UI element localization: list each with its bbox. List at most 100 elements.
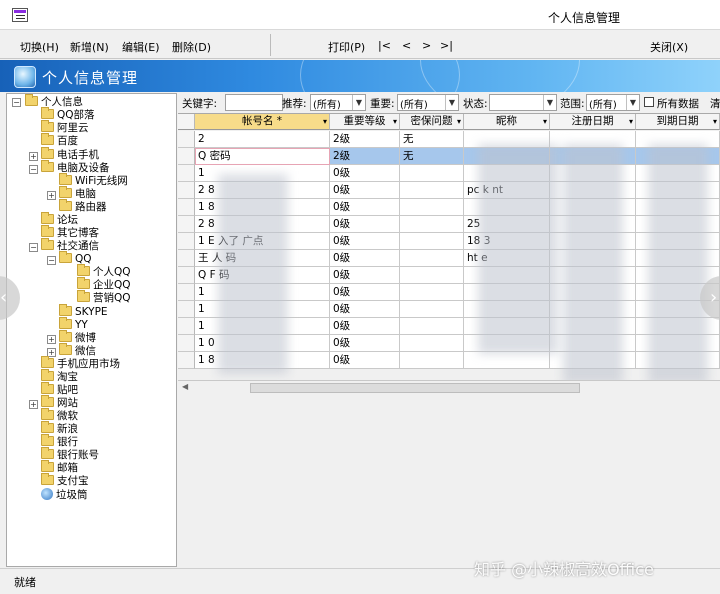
table-cell[interactable] (464, 352, 550, 369)
row-selector[interactable] (178, 216, 195, 233)
table-cell[interactable]: 0级 (330, 267, 400, 284)
column-header-account[interactable]: 帐号名 *▾ (195, 114, 330, 130)
tree-root[interactable]: 个人信息 (25, 96, 83, 109)
column-menu-icon[interactable]: ▾ (393, 114, 397, 129)
table-cell[interactable]: 0级 (330, 301, 400, 318)
table-cell[interactable] (400, 250, 464, 267)
tree-item[interactable]: QQ部落 (41, 109, 95, 122)
column-header-importance[interactable]: 重要等级▾ (330, 114, 400, 130)
table-cell[interactable] (400, 182, 464, 199)
tree-item[interactable]: 手机应用市场 (41, 358, 120, 371)
prev-record-button[interactable]: < (402, 39, 411, 52)
column-header-expire-date[interactable]: 到期日期▾ (636, 114, 720, 130)
first-record-button[interactable]: |< (378, 39, 391, 52)
tree-item[interactable]: 路由器 (59, 201, 107, 214)
column-menu-icon[interactable]: ▾ (323, 114, 327, 129)
table-cell[interactable] (400, 267, 464, 284)
row-selector[interactable] (178, 233, 195, 250)
column-menu-icon[interactable]: ▾ (629, 114, 633, 129)
expand-toggle[interactable]: + (47, 191, 56, 200)
chevron-down-icon[interactable]: ▼ (626, 95, 639, 110)
column-menu-icon[interactable]: ▾ (457, 114, 461, 129)
tree-item[interactable]: QQ (59, 253, 92, 266)
row-selector[interactable] (178, 182, 195, 199)
table-cell[interactable] (400, 284, 464, 301)
row-selector[interactable] (178, 352, 195, 369)
table-cell[interactable] (400, 352, 464, 369)
collapse-toggle[interactable]: − (29, 243, 38, 252)
range-select[interactable]: (所有)▼ (586, 94, 640, 111)
clear-button[interactable]: 清 (710, 96, 720, 111)
row-selector[interactable] (178, 131, 195, 148)
column-menu-icon[interactable]: ▾ (713, 114, 717, 129)
table-cell[interactable]: 2 (195, 131, 330, 148)
row-selector[interactable] (178, 318, 195, 335)
table-cell[interactable]: 0级 (330, 284, 400, 301)
tree-item[interactable]: 微信 (59, 345, 96, 358)
collapse-toggle[interactable]: − (12, 98, 21, 107)
row-selector[interactable] (178, 148, 195, 165)
table-cell[interactable]: 0级 (330, 318, 400, 335)
tree-item[interactable]: 支付宝 (41, 475, 89, 488)
row-selector[interactable] (178, 335, 195, 352)
importance-select[interactable]: (所有)▼ (397, 94, 459, 111)
table-cell[interactable] (400, 199, 464, 216)
tree-item[interactable]: WiFi无线网 (59, 175, 128, 188)
column-header-security-question[interactable]: 密保问题▾ (400, 114, 464, 130)
table-cell[interactable]: 无 (400, 131, 464, 148)
expand-toggle[interactable]: + (29, 400, 38, 409)
tree-item[interactable]: 个人QQ (77, 266, 131, 279)
expand-toggle[interactable]: + (29, 152, 38, 161)
tree-item[interactable]: 营销QQ (77, 292, 131, 305)
table-cell[interactable]: 0级 (330, 352, 400, 369)
tree-item-trash[interactable]: 垃圾筒 (41, 488, 88, 501)
all-data-checkbox[interactable] (644, 97, 654, 107)
horizontal-scrollbar[interactable]: ◀ (178, 380, 720, 394)
table-cell[interactable]: Q 密码 (195, 148, 330, 165)
table-cell[interactable]: 0级 (330, 216, 400, 233)
table-cell[interactable] (400, 165, 464, 182)
app-form-icon[interactable] (12, 8, 28, 22)
expand-toggle[interactable]: + (47, 335, 56, 344)
table-cell[interactable]: 0级 (330, 233, 400, 250)
row-selector[interactable] (178, 165, 195, 182)
recommend-select[interactable]: (所有)▼ (310, 94, 366, 111)
table-cell[interactable]: 0级 (330, 165, 400, 182)
new-button[interactable]: 新增(N) (70, 39, 109, 55)
edit-button[interactable]: 编辑(E) (122, 39, 160, 55)
table-cell[interactable]: 2级 (330, 131, 400, 148)
select-all-corner[interactable] (178, 114, 195, 130)
table-cell[interactable]: 无 (400, 148, 464, 165)
switch-button[interactable]: 切换(H) (20, 39, 59, 55)
table-cell[interactable] (400, 233, 464, 250)
last-record-button[interactable]: >| (440, 39, 453, 52)
table-cell[interactable]: 0级 (330, 182, 400, 199)
tree-item[interactable]: 其它博客 (41, 227, 99, 240)
row-selector[interactable] (178, 284, 195, 301)
chevron-down-icon[interactable]: ▼ (352, 95, 365, 110)
table-cell[interactable]: 0级 (330, 199, 400, 216)
chevron-down-icon[interactable]: ▼ (543, 95, 556, 110)
collapse-toggle[interactable]: − (29, 165, 38, 174)
table-cell[interactable]: 2级 (330, 148, 400, 165)
scroll-left-icon[interactable]: ◀ (182, 382, 188, 391)
tree-item[interactable]: 企业QQ (77, 279, 131, 292)
table-cell[interactable] (400, 301, 464, 318)
column-header-nickname[interactable]: 昵称▾ (464, 114, 550, 130)
column-menu-icon[interactable]: ▾ (543, 114, 547, 129)
tree-item[interactable]: 电话手机 (41, 149, 99, 162)
table-cell[interactable] (400, 318, 464, 335)
status-select[interactable]: ▼ (489, 94, 557, 111)
table-cell[interactable] (400, 216, 464, 233)
collapse-toggle[interactable]: − (47, 256, 56, 265)
tree-item[interactable]: 社交通信 (41, 240, 99, 253)
table-cell[interactable]: 0级 (330, 250, 400, 267)
tree-item[interactable]: 银行账号 (41, 449, 99, 462)
scrollbar-thumb[interactable] (250, 383, 580, 393)
keyword-input[interactable] (225, 94, 283, 111)
row-selector[interactable] (178, 250, 195, 267)
tree-item[interactable]: 电脑及设备 (41, 162, 110, 175)
delete-button[interactable]: 删除(D) (172, 39, 211, 55)
chevron-down-icon[interactable]: ▼ (445, 95, 458, 110)
row-selector[interactable] (178, 199, 195, 216)
